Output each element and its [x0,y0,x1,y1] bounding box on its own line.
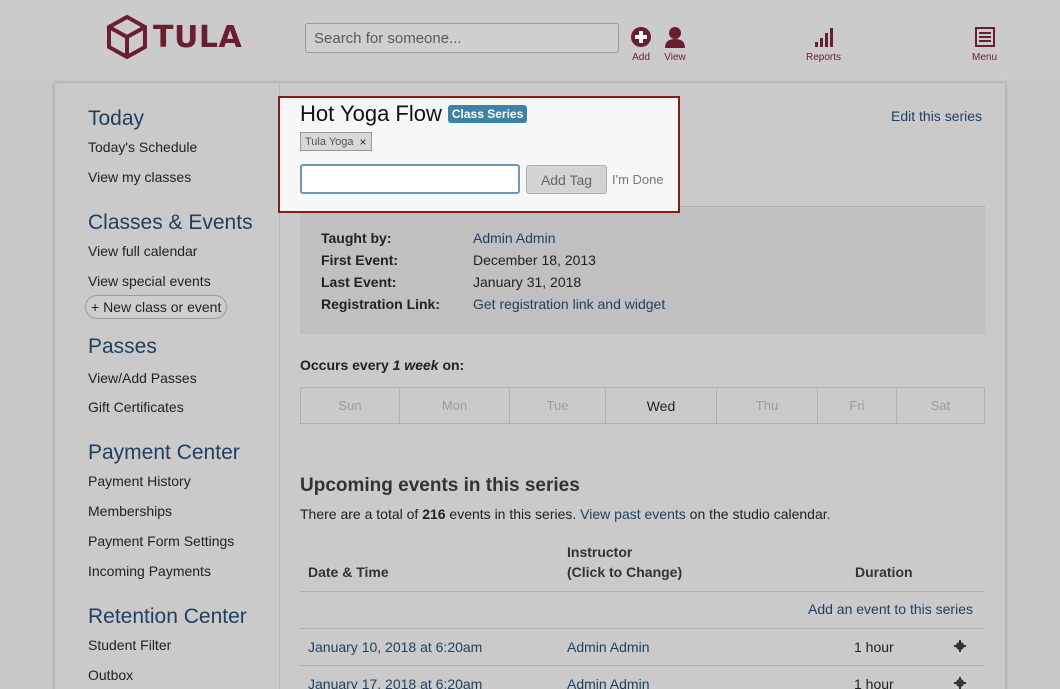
table-divider [300,665,985,666]
day-mon: Mon [400,388,510,423]
im-done-link[interactable]: I'm Done [612,172,664,187]
add-event-link[interactable]: Add an event to this series [808,601,973,617]
sidebar-item-view-add-passes[interactable]: View/Add Passes [88,370,197,386]
sidebar-heading-classes-events: Classes & Events [88,211,253,234]
add-label: Add [632,52,650,63]
logo-text: TULA [153,19,243,55]
remove-tag-icon[interactable]: × [360,135,367,149]
view-past-events-link[interactable]: View past events [580,506,686,522]
tag-input[interactable] [300,164,520,194]
sidebar-item-payment-history[interactable]: Payment History [88,473,191,489]
sidebar-item-student-filter[interactable]: Student Filter [88,637,171,653]
gear-icon[interactable] [954,640,966,652]
sidebar-item-memberships[interactable]: Memberships [88,503,172,519]
day-thu: Thu [717,388,818,423]
event-date-link[interactable]: January 17, 2018 at 6:20am [308,676,482,689]
total-suffix: on the studio calendar. [685,506,831,522]
sidebar-heading-retention-center: Retention Center [88,605,247,628]
col-header-duration: Duration [855,564,913,580]
sidebar-item-incoming-payments[interactable]: Incoming Payments [88,563,211,579]
weekday-selector: Sun Mon Tue Wed Thu Fri Sat [300,387,985,424]
view-label: View [664,52,686,63]
sidebar-item-payment-form-settings[interactable]: Payment Form Settings [88,533,234,549]
occurs-text: Occurs every 1 week on: [300,357,464,373]
sidebar-item-gift-certificates[interactable]: Gift Certificates [88,399,184,415]
add-tag-button[interactable]: Add Tag [526,165,607,194]
event-duration: 1 hour [854,639,894,655]
tula-logo[interactable]: TULA [107,15,242,59]
occurs-interval: 1 week [392,357,439,373]
sidebar-heading-today: Today [88,107,145,130]
reports-icon [814,28,833,47]
event-duration: 1 hour [854,676,894,689]
registration-link-label: Registration Link: [321,296,441,312]
reports-label: Reports [806,52,842,63]
col-header-date: Date & Time [308,564,389,580]
total-mid: events in this series. [445,506,581,522]
gear-icon[interactable] [954,677,966,689]
occurs-prefix: Occurs every [300,357,393,373]
sidebar-heading-passes: Passes [88,335,157,358]
day-fri: Fri [818,388,897,423]
total-count: 216 [422,506,446,522]
menu-label: Menu [972,52,998,63]
last-event-value: January 31, 2018 [473,274,582,290]
day-sat: Sat [930,398,951,413]
series-info-box [300,206,985,334]
tag-label: Tula Yoga [305,135,354,148]
event-date-link[interactable]: January 10, 2018 at 6:20am [308,639,482,655]
page-title: Hot Yoga Flow [300,101,442,126]
menu-button[interactable]: Menu [972,26,997,63]
add-button[interactable]: Add [630,26,652,63]
table-divider [300,628,985,629]
new-class-or-event-button[interactable]: + New class or event [85,295,228,319]
logo-cube-icon [107,15,147,59]
last-event-label: Last Event: [321,274,397,290]
search-input[interactable] [305,23,619,53]
sidebar-item-view-special-events[interactable]: View special events [88,273,211,289]
total-prefix: There are a total of [300,506,423,522]
top-bar: TULA Add View Reports Men [0,0,1060,80]
view-icon [665,27,685,48]
event-instructor-link[interactable]: Admin Admin [567,639,649,655]
class-series-badge: Class Series [447,105,528,123]
first-event-value: December 18, 2013 [473,252,596,268]
registration-link[interactable]: Get registration link and widget [473,296,665,312]
add-icon [631,27,651,47]
sidebar: Today Today's Schedule View my classes C… [55,83,280,689]
total-events-text: There are a total of 216 events in this … [300,506,831,522]
reports-button[interactable]: Reports [806,26,841,63]
sidebar-heading-payment-center: Payment Center [88,441,240,464]
col-header-instructor: Instructor [567,544,633,560]
sidebar-item-view-full-calendar[interactable]: View full calendar [88,243,197,259]
event-instructor-link[interactable]: Admin Admin [567,676,649,689]
day-tue: Tue [510,388,606,423]
taught-by-label: Taught by: [321,230,392,246]
menu-icon [974,27,995,47]
taught-by-link[interactable]: Admin Admin [473,230,555,246]
upcoming-heading: Upcoming events in this series [300,475,580,496]
tag-chip: Tula Yoga × [300,132,372,151]
series-title-row: Hot Yoga Flow Class Series [300,101,528,127]
occurs-suffix: on: [438,357,465,373]
col-header-instructor-note: (Click to Change) [567,564,683,580]
day-wed: Wed [606,388,717,423]
edit-series-link[interactable]: Edit this series [891,108,982,124]
view-button[interactable]: View [664,26,686,63]
sidebar-item-todays-schedule[interactable]: Today's Schedule [88,139,197,155]
day-sun: Sun [301,388,400,423]
table-divider [300,591,985,592]
sidebar-item-view-my-classes[interactable]: View my classes [88,169,191,185]
first-event-label: First Event: [321,252,399,268]
sidebar-item-outbox[interactable]: Outbox [88,667,133,683]
